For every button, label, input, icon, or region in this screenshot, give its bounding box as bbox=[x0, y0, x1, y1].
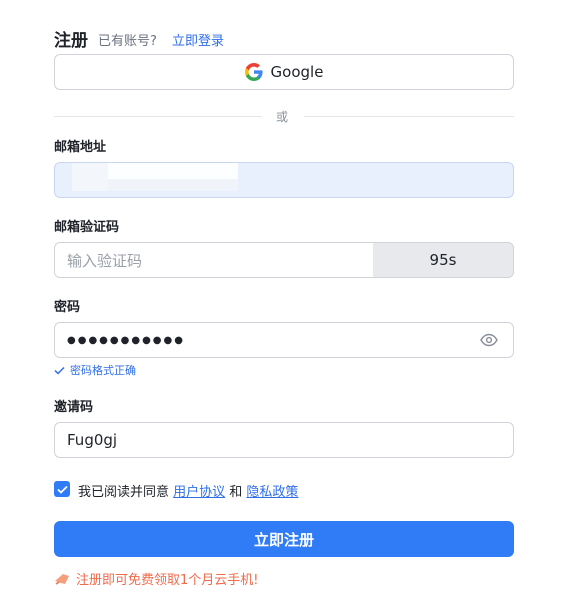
divider-left bbox=[54, 116, 262, 117]
password-masked-value: ●●●●●●●●●●● bbox=[67, 334, 185, 346]
have-account-text: 已有账号? bbox=[98, 34, 157, 49]
google-button-label: Google bbox=[270, 63, 324, 81]
page-title: 注册 bbox=[54, 31, 88, 51]
invite-label: 邀请码 bbox=[54, 400, 94, 415]
agree-checkbox[interactable] bbox=[54, 481, 70, 497]
invite-code-input[interactable]: Fug0gj bbox=[54, 422, 514, 458]
password-valid-hint: 密码格式正确 bbox=[54, 362, 136, 378]
gift-icon bbox=[55, 573, 69, 585]
promo-text: 注册即可免费领取1个月云手机! bbox=[76, 573, 259, 588]
check-icon bbox=[54, 366, 65, 375]
code-label: 邮箱验证码 bbox=[54, 220, 120, 235]
password-input[interactable]: ●●●●●●●●●●● bbox=[54, 322, 514, 358]
login-link[interactable]: 立即登录 bbox=[172, 30, 224, 49]
agreement-text: 我已阅读并同意 用户协议 和 隐私政策 bbox=[78, 481, 298, 500]
email-label: 邮箱地址 bbox=[54, 140, 107, 155]
google-icon bbox=[244, 63, 263, 81]
agreement-and: 和 bbox=[225, 485, 247, 500]
redacted-block bbox=[108, 163, 238, 179]
send-code-countdown-button[interactable]: 95s bbox=[373, 242, 514, 278]
terms-link[interactable]: 用户协议 bbox=[173, 481, 225, 500]
eye-icon[interactable] bbox=[480, 332, 498, 351]
redacted-block bbox=[108, 179, 238, 191]
register-button-label: 立即注册 bbox=[253, 530, 314, 549]
countdown-text: 95s bbox=[429, 251, 457, 269]
register-button[interactable]: 立即注册 bbox=[54, 521, 514, 557]
divider-or-text: 或 bbox=[276, 110, 289, 124]
redacted-block bbox=[72, 163, 108, 191]
invite-value: Fug0gj bbox=[67, 431, 118, 449]
divider-right bbox=[304, 116, 514, 117]
password-label: 密码 bbox=[54, 300, 81, 315]
google-signin-button[interactable]: Google bbox=[54, 54, 514, 90]
promo-banner: 注册即可免费领取1个月云手机! bbox=[54, 569, 258, 588]
checkmark-icon bbox=[56, 485, 68, 494]
agreement-prefix: 我已阅读并同意 bbox=[78, 485, 174, 500]
verification-code-input[interactable]: 输入验证码 bbox=[54, 242, 374, 278]
code-placeholder: 输入验证码 bbox=[67, 251, 143, 270]
privacy-link[interactable]: 隐私政策 bbox=[246, 481, 298, 500]
password-hint-text: 密码格式正确 bbox=[70, 364, 136, 377]
